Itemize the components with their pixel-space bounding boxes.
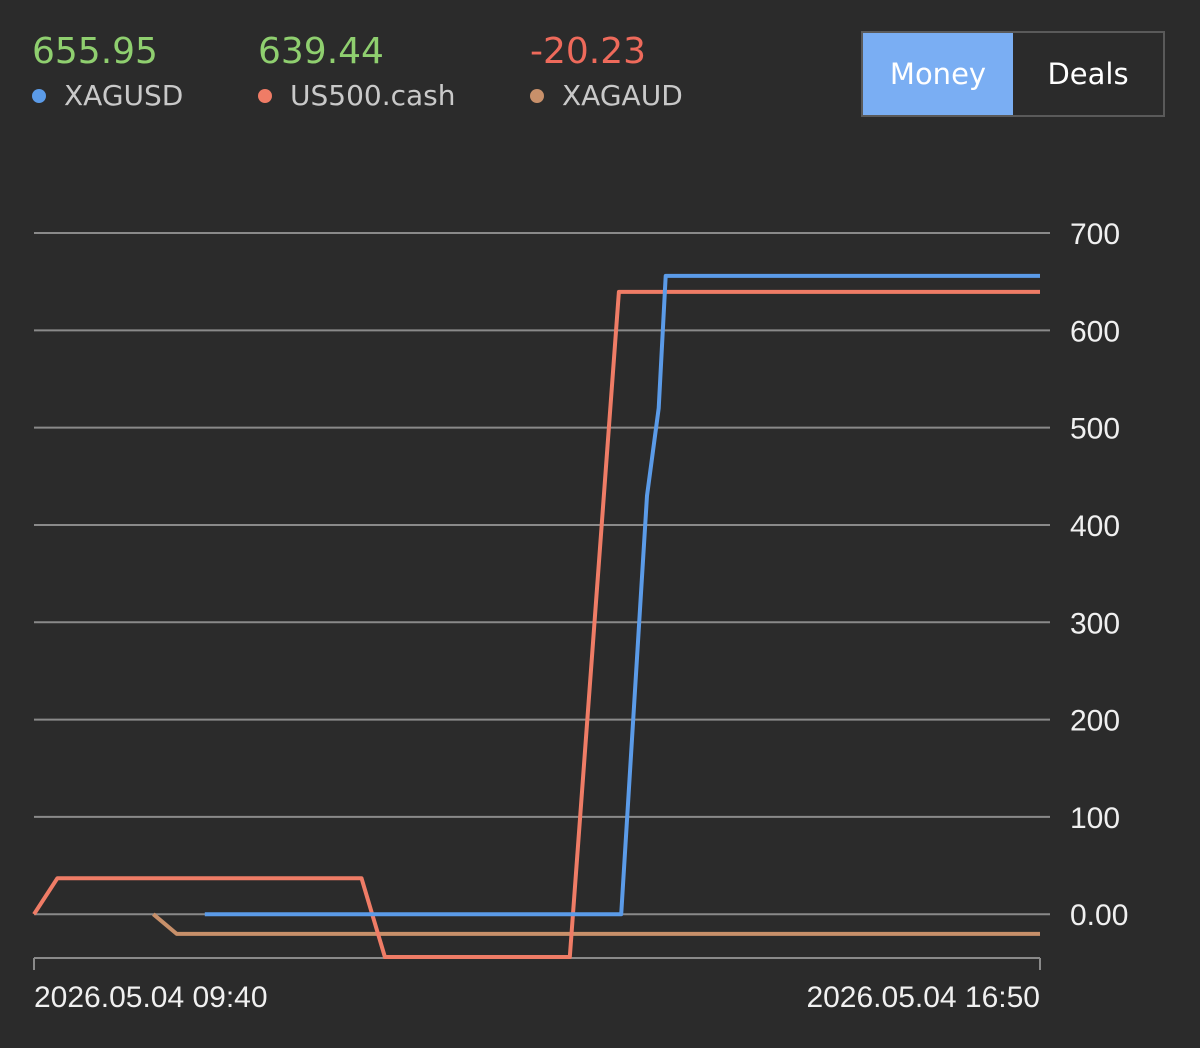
profit-line-chart: 700 600 500 400 300 200 100 0.00 2026.05.04 09:4… [32, 218, 1128, 1014]
y-tick-label-700: 700 [1070, 218, 1120, 251]
y-tick-label-600: 600 [1070, 315, 1120, 348]
x-tick-label-start: 2026.05.04 09:40 [34, 981, 268, 1014]
x-tick-label-end: 2026.05.04 16:50 [806, 981, 1040, 1014]
series-line-xagusd [204, 273, 1040, 917]
y-tick-label-100: 100 [1070, 802, 1120, 835]
series-line-us500-cash [32, 289, 1040, 959]
y-tick-label-0.00: 0.00 [1070, 899, 1128, 932]
y-tick-label-300: 300 [1070, 607, 1120, 640]
y-tick-label-400: 400 [1070, 510, 1120, 543]
y-tick-label-200: 200 [1070, 705, 1120, 738]
y-tick-label-500: 500 [1070, 413, 1120, 446]
series-line-xagaud [152, 912, 1040, 936]
